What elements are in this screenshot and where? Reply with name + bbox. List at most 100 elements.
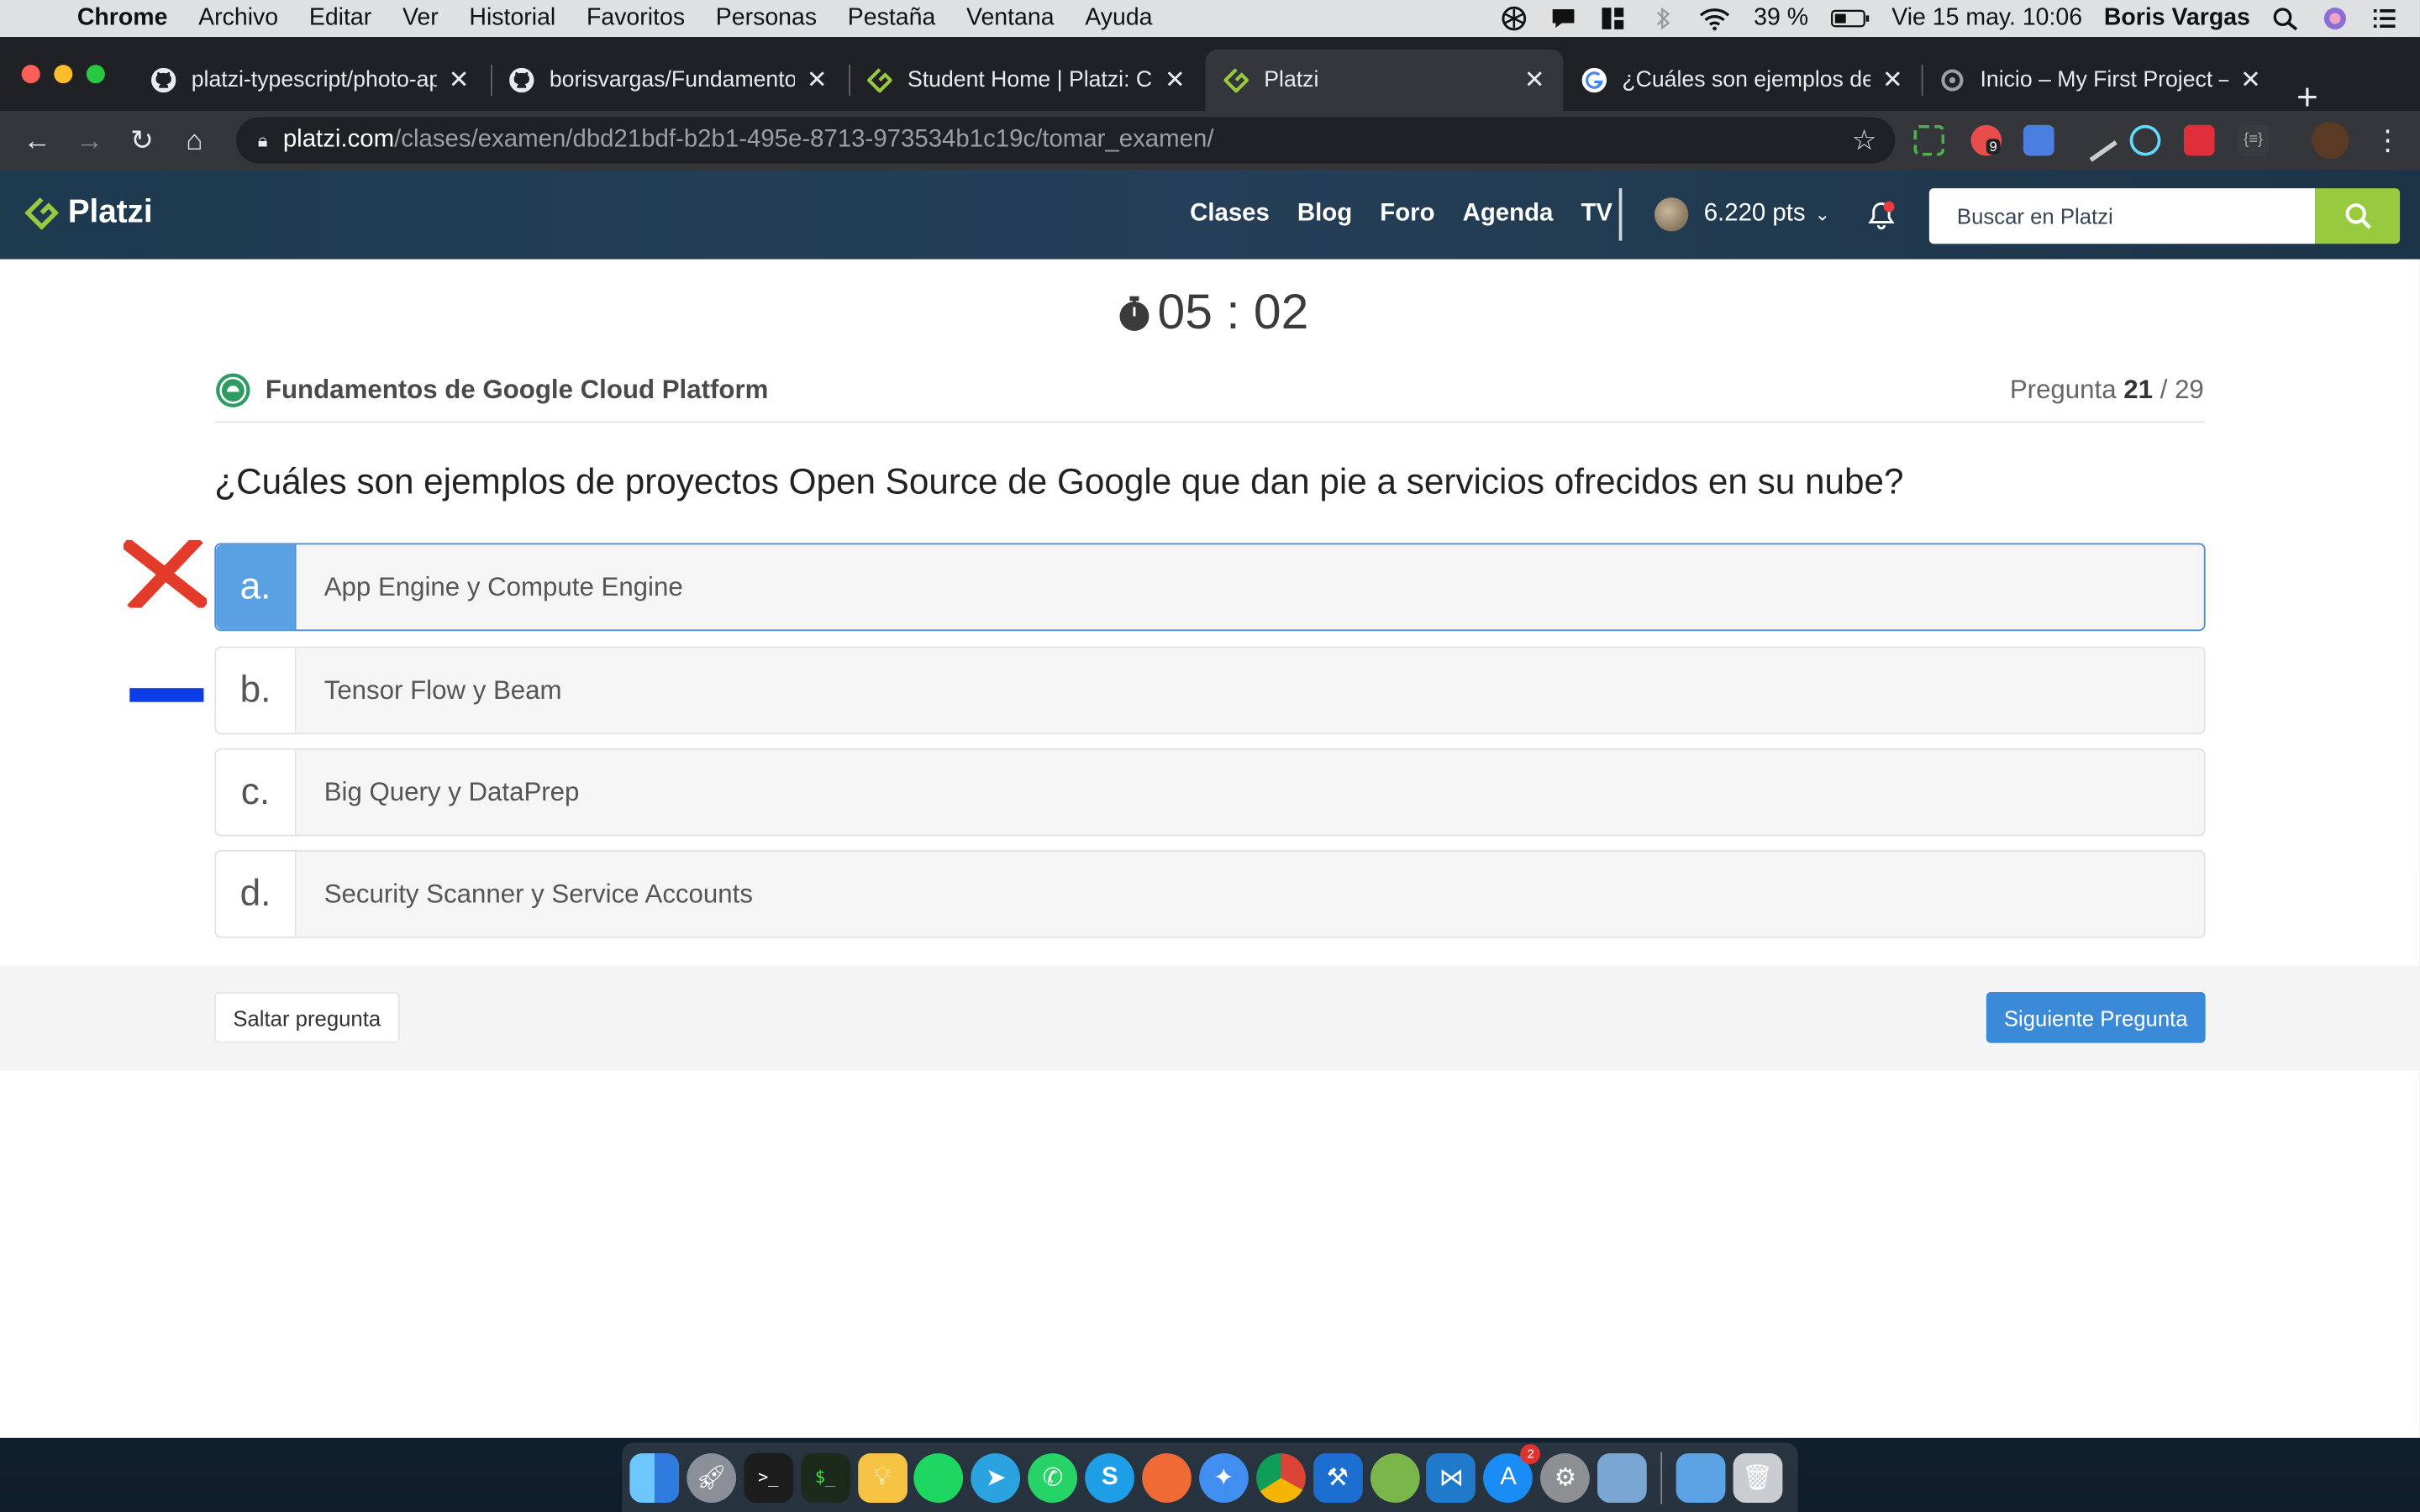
safari-icon[interactable]: ✦ (1198, 1452, 1249, 1503)
wrong-answer-mark-icon (123, 539, 208, 608)
layout-icon[interactable] (1599, 6, 1627, 30)
profile-avatar[interactable] (2312, 122, 2349, 160)
platzi-nav: Clases Blog Foro Agenda TV (1190, 201, 1612, 228)
system-preferences-icon[interactable]: ⚙︎ (1540, 1452, 1591, 1503)
spotify-icon[interactable] (914, 1452, 964, 1503)
reload-icon[interactable]: ↻ (116, 124, 168, 157)
nav-blog[interactable]: Blog (1297, 201, 1352, 228)
answer-option-d[interactable]: d. Security Scanner y Service Accounts (214, 850, 2206, 938)
user-points-menu[interactable]: 6.220 pts ⌄ (1654, 197, 1831, 232)
downloads-folder-icon[interactable] (1676, 1452, 1726, 1503)
bluetooth-icon[interactable] (1649, 6, 1676, 30)
tab-student-home[interactable]: Student Home | Platzi: Cu ✕ (849, 50, 1203, 111)
chrome-menu-icon[interactable]: ⋮ (2361, 124, 2413, 157)
preview-icon[interactable] (1597, 1452, 1648, 1503)
nav-tv[interactable]: TV (1581, 201, 1612, 228)
wifi-icon[interactable] (1698, 6, 1732, 31)
notification-icon[interactable] (1550, 6, 1578, 30)
tips-icon[interactable]: 💡︎ (857, 1452, 908, 1503)
menu-item-editar[interactable]: Editar (293, 5, 387, 33)
chevron-down-icon: ⌄ (1814, 203, 1831, 226)
vscode-icon[interactable]: ⋈ (1426, 1452, 1476, 1503)
menu-item-ventana[interactable]: Ventana (951, 5, 1070, 33)
bookmark-star-icon[interactable]: ☆ (1852, 124, 1877, 157)
window-zoom-button[interactable] (86, 65, 105, 84)
menu-item-pestana[interactable]: Pestaña (832, 5, 950, 33)
tab-google-search[interactable]: ¿Cuáles son ejemplos de p ✕ (1564, 50, 1922, 111)
android-studio-icon[interactable] (1370, 1452, 1419, 1503)
menu-app-name[interactable]: Chrome (71, 5, 182, 33)
trash-icon[interactable]: 🗑︎ (1733, 1452, 1783, 1503)
option-text: App Engine y Compute Engine (324, 571, 683, 601)
skype-icon[interactable]: S (1085, 1452, 1135, 1503)
app-store-icon[interactable]: A2 (1483, 1443, 1541, 1503)
postman-icon[interactable] (1142, 1452, 1192, 1503)
datetime[interactable]: Vie 15 may. 10:06 (1891, 5, 2082, 33)
finder-icon[interactable] (629, 1452, 680, 1503)
menu-item-ayuda[interactable]: Ayuda (1070, 5, 1168, 33)
battery-percentage: 39 % (1754, 4, 1809, 31)
chrome-icon[interactable] (1255, 1452, 1306, 1503)
skip-question-button[interactable]: Saltar pregunta (214, 991, 400, 1043)
address-bar[interactable]: 🔒︎ platzi.com/clases/examen/dbd21bdf-b2b… (236, 117, 1896, 164)
xcode-icon[interactable]: ⚒︎ (1313, 1452, 1363, 1503)
header-divider (1618, 188, 1623, 241)
window-close-button[interactable] (21, 65, 40, 84)
telegram-icon[interactable]: ➤ (971, 1452, 1021, 1503)
tab-close-icon[interactable]: ✕ (1524, 65, 1545, 96)
json-extension-icon[interactable]: {≡} (2238, 124, 2269, 156)
whatsapp-icon[interactable]: ✆ (1028, 1452, 1078, 1503)
red-extension-icon[interactable] (2183, 124, 2215, 156)
pen-extension-icon[interactable] (2074, 118, 2118, 162)
new-tab-icon[interactable]: + (2296, 80, 2318, 117)
next-question-button[interactable]: Siguiente Pregunta (1986, 991, 2206, 1043)
extension-badge-icon[interactable]: 9 (1970, 124, 2002, 156)
nav-agenda[interactable]: Agenda (1463, 201, 1554, 228)
lock-icon[interactable]: 🔒︎ (258, 129, 268, 152)
user-name[interactable]: Boris Vargas (2104, 5, 2250, 33)
github-icon (150, 67, 176, 93)
siri-icon[interactable] (2321, 6, 2349, 30)
nav-clases[interactable]: Clases (1190, 201, 1270, 228)
tab-gcp-console[interactable]: Inicio – My First Project – G ✕ (1922, 50, 2280, 111)
course-name: Fundamentos de Google Cloud Platform (265, 375, 769, 405)
battery-icon[interactable] (1830, 6, 1870, 30)
platzi-search-input[interactable]: Buscar en Platzi (1928, 188, 2316, 244)
translate-extension-icon[interactable] (2023, 124, 2054, 156)
answer-option-b[interactable]: b. Tensor Flow y Beam (214, 646, 2206, 735)
nav-foro[interactable]: Foro (1380, 201, 1434, 228)
menu-item-favoritos[interactable]: Favoritos (571, 5, 701, 33)
platzi-logo[interactable]: Platzi (24, 194, 153, 231)
tab-close-icon[interactable]: ✕ (449, 65, 470, 96)
launchpad-icon[interactable]: 🚀︎ (687, 1452, 736, 1503)
menu-item-ver[interactable]: Ver (387, 5, 454, 33)
window-minimize-button[interactable] (54, 65, 73, 84)
terminal-icon[interactable]: >_ (743, 1452, 793, 1503)
tab-close-icon[interactable]: ✕ (1882, 65, 1903, 96)
iterm-icon[interactable]: $_ (800, 1452, 850, 1503)
menu-item-historial[interactable]: Historial (454, 5, 571, 33)
menu-item-archivo[interactable]: Archivo (183, 5, 294, 33)
screenshot-extension-icon[interactable] (1913, 124, 1945, 156)
answer-option-c[interactable]: c. Big Query y DataPrep (214, 748, 2206, 837)
tab-close-icon[interactable]: ✕ (1165, 65, 1186, 96)
answer-option-a[interactable]: a. App Engine y Compute Engine (214, 543, 2206, 632)
forward-arrow-icon[interactable]: → (63, 124, 115, 157)
spotlight-search-icon[interactable] (2272, 6, 2300, 31)
home-icon[interactable]: ⌂ (168, 124, 220, 157)
notification-bell-icon[interactable] (1866, 201, 1897, 232)
control-list-icon[interactable] (2370, 6, 2398, 30)
menu-item-personas[interactable]: Personas (700, 5, 832, 33)
tab-github-fundamentos[interactable]: borisvargas/Fundamentos ✕ (491, 50, 845, 111)
tab-close-icon[interactable]: ✕ (807, 65, 828, 96)
divider (214, 421, 2206, 423)
back-arrow-icon[interactable]: ← (11, 124, 63, 157)
tab-github-photo-app[interactable]: platzi-typescript/photo-ap ✕ (133, 50, 487, 111)
exam-footer: Saltar pregunta Siguiente Pregunta (0, 965, 2420, 1071)
course-title: Fundamentos de Google Cloud Platform (214, 372, 768, 409)
search-button[interactable] (2315, 188, 2401, 244)
tab-platzi-active[interactable]: Platzi ✕ (1205, 49, 1564, 112)
snowflake-icon[interactable] (1501, 6, 1528, 31)
react-devtools-icon[interactable] (2129, 124, 2161, 156)
tab-close-icon[interactable]: ✕ (2240, 65, 2261, 96)
